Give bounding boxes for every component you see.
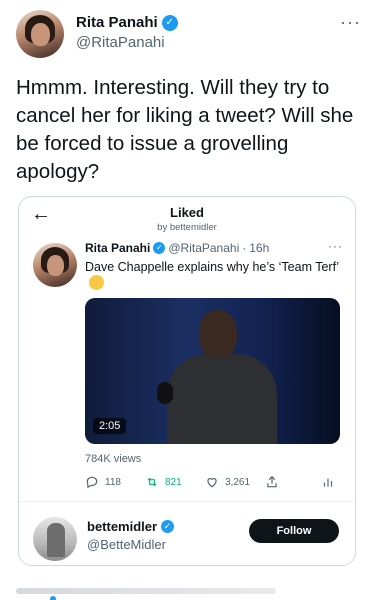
inner-author-avatar[interactable] [33, 243, 77, 287]
view-count: 784K views [85, 453, 142, 465]
retweet-button[interactable]: 821 [145, 475, 182, 489]
inner-verified-badge-icon: ✓ [153, 242, 166, 254]
bar-chart-icon [323, 478, 333, 487]
cut-off-timestamp-line [16, 582, 356, 600]
retweet-count: 821 [165, 476, 182, 488]
inner-author-name[interactable]: Rita Panahi [85, 241, 150, 255]
inner-author-handle[interactable]: @RitaPanahi [168, 241, 239, 255]
analytics-button[interactable] [321, 475, 335, 489]
inner-more-options-icon[interactable]: ··· [328, 239, 343, 253]
author-name[interactable]: Rita Panahi [76, 14, 158, 31]
video-player[interactable]: 2:05 [85, 298, 340, 444]
reply-count: 118 [105, 476, 121, 488]
tweet-header: Rita Panahi ✓ @RitaPanahi ··· [16, 8, 361, 64]
share-icon [267, 475, 277, 488]
inner-tweet-meta: Rita Panahi ✓ @RitaPanahi · 16h [85, 241, 269, 255]
like-button[interactable]: 3,261 [205, 475, 250, 489]
share-button[interactable] [265, 475, 279, 489]
more-options-icon[interactable]: ··· [340, 12, 361, 33]
inner-tweet-text-content: Dave Chappelle explains why he’s ‘Team T… [85, 260, 340, 274]
inner-tweet-time[interactable]: 16h [249, 241, 269, 255]
liked-screenshot-card: ← Liked by bettemidler Rita Panahi ✓ @Ri… [18, 196, 356, 566]
like-count: 3,261 [225, 476, 251, 488]
video-thumbnail-person [157, 310, 277, 444]
footer-user-handle[interactable]: @BetteMidler [87, 537, 166, 552]
heart-icon [207, 478, 217, 488]
footer-user-name[interactable]: bettemidler [87, 519, 157, 534]
reply-icon [86, 476, 98, 489]
bettemidler-avatar[interactable] [33, 517, 77, 561]
tweet-body-text: Hmmm. Interesting. Will they try to canc… [16, 76, 354, 183]
video-duration: 2:05 [93, 418, 127, 434]
retweet-icon [147, 477, 157, 487]
meta-separator: · [242, 241, 247, 255]
tweet-actions-bar: 118 821 3,261 [85, 473, 343, 491]
author-avatar[interactable] [16, 10, 64, 58]
footer-name-row[interactable]: bettemidler ✓ [87, 519, 175, 534]
author-handle[interactable]: @RitaPanahi [76, 34, 165, 51]
inner-tweet-text: Dave Chappelle explains why he’s ‘Team T… [85, 259, 345, 291]
liked-title: Liked [170, 205, 204, 220]
liked-subtitle: by bettemidler [157, 222, 217, 233]
reply-button[interactable]: 118 [85, 475, 121, 489]
follow-button[interactable]: Follow [249, 519, 339, 543]
author-name-row[interactable]: Rita Panahi ✓ [76, 14, 178, 31]
card-divider [19, 501, 355, 502]
verified-badge-icon: ✓ [161, 14, 178, 31]
footer-verified-badge-icon: ✓ [161, 520, 175, 533]
smirk-emoji-icon [89, 275, 104, 290]
microphone-icon [157, 382, 173, 404]
